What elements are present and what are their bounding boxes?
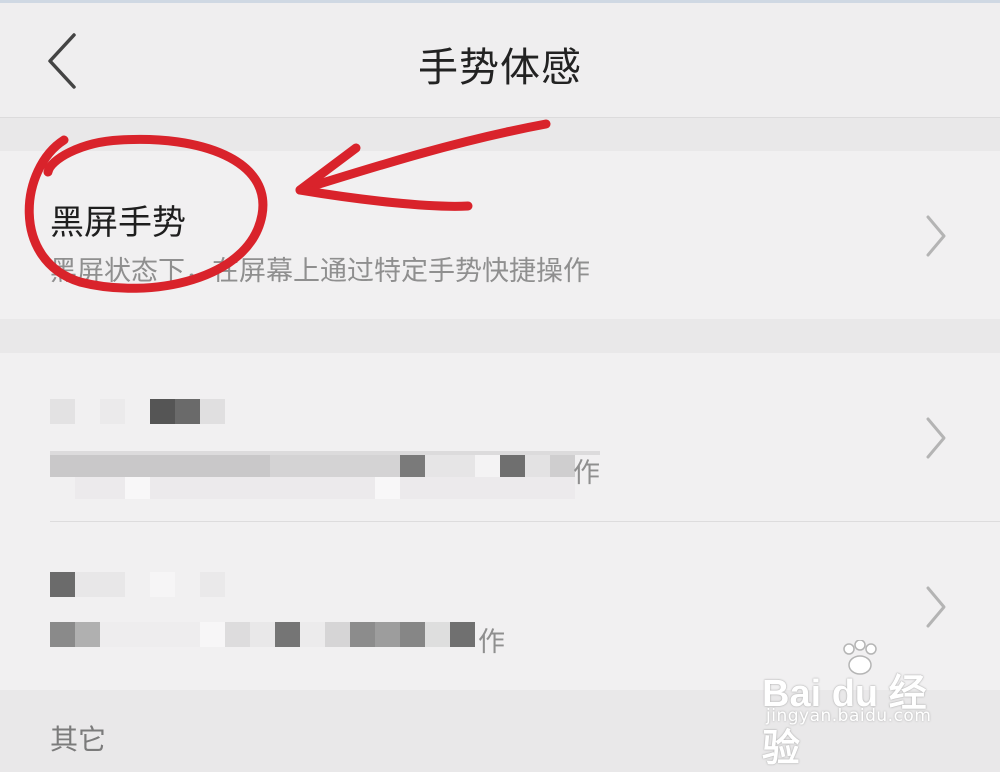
pixelated-text-block: [425, 455, 475, 477]
pixelated-text-block: [150, 572, 175, 597]
chevron-right-icon: [926, 215, 946, 257]
pixelated-text-block: [400, 622, 425, 647]
pixelated-text-block: [125, 477, 150, 499]
black-screen-gesture-row[interactable]: 黑屏手势 黑屏状态下，在屏幕上通过特定手势快捷操作: [0, 151, 1000, 319]
pixelated-text-block: [375, 622, 400, 647]
pixelated-text-block: [75, 572, 125, 597]
settings-card-secondary: 作 作: [0, 353, 1000, 690]
pixelated-text-block: [150, 399, 175, 424]
section-header-other: 其它: [50, 723, 107, 756]
pixelated-text-block: [350, 622, 375, 647]
settings-card-primary: 黑屏手势 黑屏状态下，在屏幕上通过特定手势快捷操作: [0, 151, 1000, 319]
pixelated-text-block: [200, 622, 225, 647]
pixelated-text-block: [200, 399, 225, 424]
pixelated-text-block: [475, 455, 500, 477]
pixelated-text-block: [175, 399, 200, 424]
pixelated-text-block: [50, 399, 75, 424]
pixelated-text-block: [525, 455, 550, 477]
pixelated-text-block: [425, 622, 450, 647]
pixelated-text-block: [275, 622, 300, 647]
pixelated-text-block: [225, 622, 250, 647]
chevron-right-icon: [926, 586, 946, 628]
row-title: 黑屏手势: [50, 203, 186, 243]
pixelated-text-block: [100, 622, 200, 647]
top-bar: 手势体感: [0, 3, 1000, 118]
pixelated-text-block: [75, 477, 575, 499]
pixelated-text-block: [500, 455, 525, 477]
pixelated-text-block: [375, 477, 400, 499]
pixelated-text-block: [450, 622, 475, 647]
pixelated-text-block: [300, 622, 325, 647]
pixelated-text-block: [200, 572, 225, 597]
page-title: 手势体感: [418, 45, 582, 91]
pixelated-text-block: [75, 622, 100, 647]
pixelated-text-block: [50, 622, 75, 647]
obscured-setting-row-1[interactable]: 作: [0, 353, 1000, 521]
pixelated-text-block: [50, 455, 270, 477]
pixelated-text-block: [270, 455, 400, 477]
row-subtitle: 黑屏状态下，在屏幕上通过特定手势快捷操作: [50, 256, 590, 287]
chevron-right-icon: [926, 417, 946, 459]
pixelated-text-block: [100, 399, 125, 424]
obscured-setting-row-2[interactable]: 作: [0, 522, 1000, 690]
pixelated-text-block: [400, 455, 425, 477]
row-subtitle: 作: [573, 458, 600, 489]
watermark-url: jingyan.baidu.com: [766, 706, 932, 726]
pixelated-text-block: [550, 455, 575, 477]
pixelated-text-block: [325, 622, 350, 647]
pixelated-text-block: [250, 622, 275, 647]
row-subtitle: 作: [478, 627, 505, 658]
pixelated-text-block: [50, 572, 75, 597]
